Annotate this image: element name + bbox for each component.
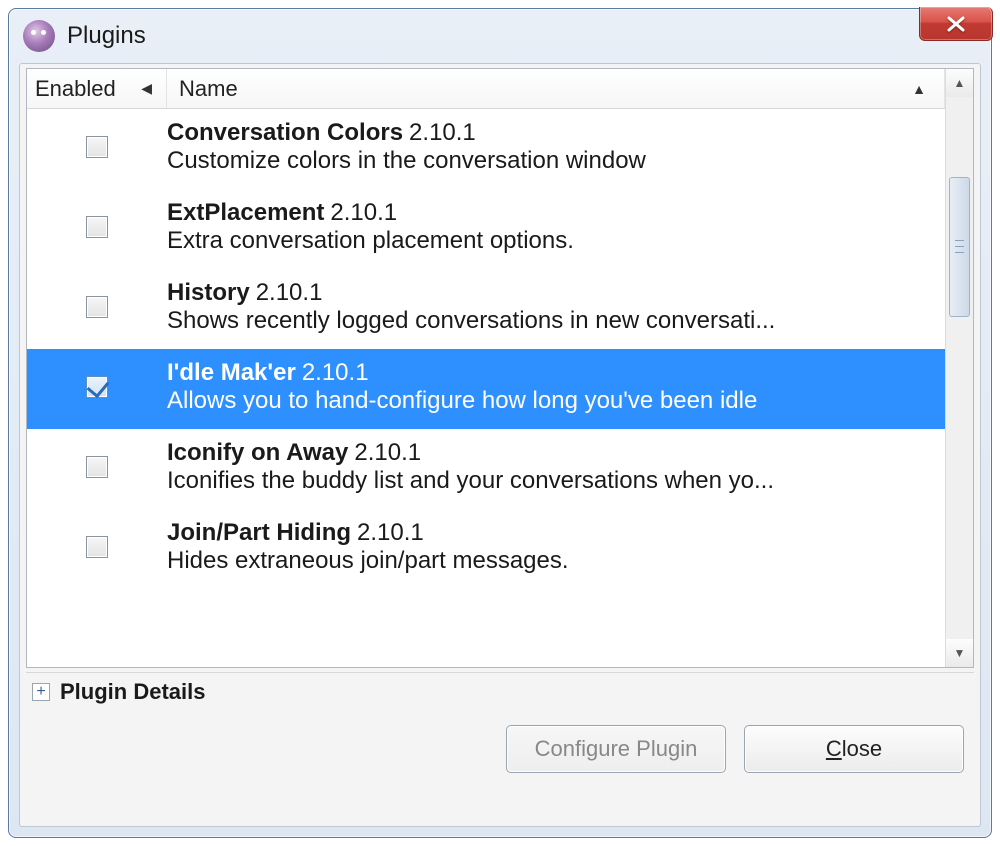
plugin-version: 2.10.1 — [330, 199, 397, 226]
plugin-description: Customize colors in the conversation win… — [167, 147, 933, 175]
close-button-label: Close — [826, 736, 882, 762]
plugin-row[interactable]: Iconify on Away2.10.1Iconifies the buddy… — [27, 429, 945, 509]
plugin-description: Hides extraneous join/part messages. — [167, 547, 933, 575]
vertical-scrollbar[interactable]: ▲ ▼ — [945, 69, 973, 667]
scroll-down-button[interactable]: ▼ — [946, 639, 973, 667]
plugin-row[interactable]: History2.10.1Shows recently logged conve… — [27, 269, 945, 349]
sort-left-icon: ◀ — [141, 80, 158, 97]
plugin-details-expander[interactable]: Plugin Details — [26, 672, 974, 709]
scroll-thumb[interactable] — [949, 177, 970, 317]
plugin-name: ExtPlacement — [167, 199, 324, 226]
plus-icon — [32, 683, 50, 701]
plugin-name: History — [167, 279, 250, 306]
plugin-enabled-checkbox[interactable] — [86, 216, 108, 238]
column-header-name[interactable]: Name ▲ — [167, 69, 945, 108]
plugin-version: 2.10.1 — [354, 439, 421, 466]
window-close-button[interactable] — [919, 7, 993, 41]
window-title: Plugins — [67, 22, 146, 50]
plugin-enabled-checkbox[interactable] — [86, 456, 108, 478]
close-button[interactable]: Close — [744, 725, 964, 773]
plugin-version: 2.10.1 — [256, 279, 323, 306]
chevron-up-icon: ▲ — [954, 76, 966, 90]
plugin-row[interactable]: ExtPlacement2.10.1Extra conversation pla… — [27, 189, 945, 269]
plugin-details-label: Plugin Details — [60, 679, 205, 705]
button-row: Configure Plugin Close — [26, 709, 974, 773]
column-header-name-label: Name — [179, 76, 238, 102]
plugin-row[interactable]: Conversation Colors2.10.1Customize color… — [27, 109, 945, 189]
column-header-enabled-label: Enabled — [35, 76, 116, 102]
plugin-version: 2.10.1 — [409, 119, 476, 146]
column-header-enabled[interactable]: Enabled ◀ — [27, 69, 167, 108]
plugin-enabled-checkbox[interactable] — [86, 376, 108, 398]
scroll-track[interactable] — [946, 97, 973, 639]
plugin-name: I'dle Mak'er — [167, 359, 296, 386]
plugin-list: Enabled ◀ Name ▲ Conversation Colors2.10… — [26, 68, 974, 668]
plugin-name: Iconify on Away — [167, 439, 348, 466]
app-icon — [23, 20, 55, 52]
close-icon — [944, 16, 968, 32]
plugin-description: Iconifies the buddy list and your conver… — [167, 467, 933, 495]
chevron-down-icon: ▼ — [954, 646, 966, 660]
plugin-row[interactable]: Join/Part Hiding2.10.1Hides extraneous j… — [27, 509, 945, 589]
plugin-enabled-checkbox[interactable] — [86, 536, 108, 558]
list-header: Enabled ◀ Name ▲ — [27, 69, 945, 109]
list-body: Conversation Colors2.10.1Customize color… — [27, 109, 945, 667]
plugin-name: Join/Part Hiding — [167, 519, 351, 546]
configure-plugin-label: Configure Plugin — [535, 736, 698, 762]
plugin-enabled-checkbox[interactable] — [86, 136, 108, 158]
sort-asc-icon: ▲ — [912, 81, 932, 97]
plugin-version: 2.10.1 — [302, 359, 369, 386]
title-bar: Plugins — [9, 9, 991, 63]
plugin-name: Conversation Colors — [167, 119, 403, 146]
scroll-up-button[interactable]: ▲ — [946, 69, 973, 97]
plugin-version: 2.10.1 — [357, 519, 424, 546]
plugin-description: Extra conversation placement options. — [167, 227, 933, 255]
plugin-description: Allows you to hand-configure how long yo… — [167, 387, 933, 415]
client-area: Enabled ◀ Name ▲ Conversation Colors2.10… — [19, 63, 981, 827]
plugin-enabled-checkbox[interactable] — [86, 296, 108, 318]
plugin-row[interactable]: I'dle Mak'er2.10.1Allows you to hand-con… — [27, 349, 945, 429]
configure-plugin-button[interactable]: Configure Plugin — [506, 725, 726, 773]
plugins-window: Plugins Enabled ◀ Name ▲ — [8, 8, 992, 838]
plugin-description: Shows recently logged conversations in n… — [167, 307, 933, 335]
